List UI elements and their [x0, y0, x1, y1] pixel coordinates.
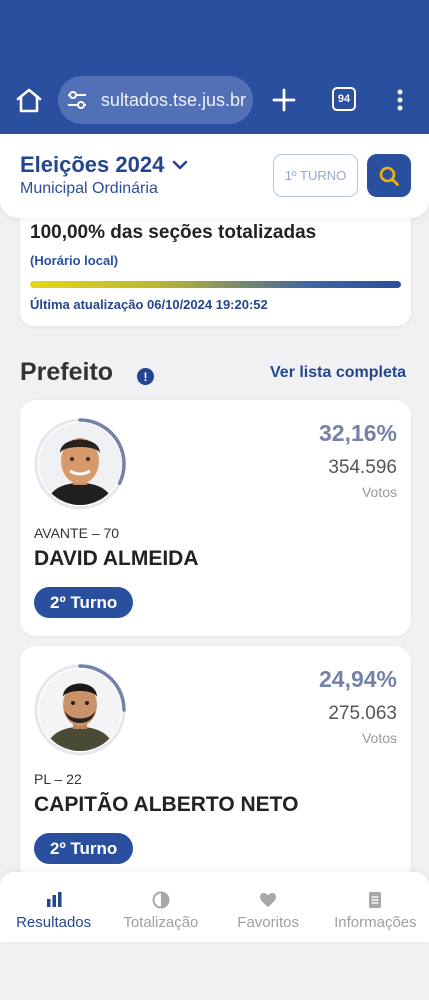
- candidate-name: CAPITÃO ALBERTO NETO: [34, 793, 299, 816]
- nav-label: Totalização: [123, 914, 199, 931]
- heart-icon: [260, 893, 277, 907]
- election-title: Eleições 2024: [20, 152, 165, 177]
- nav-item-totalizacao[interactable]: Totalização: [107, 872, 214, 942]
- page-background: [0, 942, 429, 1000]
- search-icon: [379, 166, 399, 186]
- nav-item-resultados[interactable]: Resultados: [0, 872, 107, 942]
- nav-label: Resultados: [16, 914, 92, 931]
- party-number: AVANTE – 70: [34, 525, 120, 541]
- candidate-card[interactable]: 32,16% 354.596 Votos AVANTE – 70 DAVID A…: [20, 400, 411, 636]
- candidate-card[interactable]: 24,94% 275.063 Votos PL – 22 CAPITÃO ALB…: [20, 646, 411, 882]
- pie-icon: [152, 891, 170, 909]
- party-number: PL – 22: [34, 771, 82, 787]
- site-settings-icon[interactable]: [66, 89, 88, 111]
- votes-label: Votos: [361, 730, 397, 746]
- see-full-list-link[interactable]: Ver lista completa: [270, 364, 406, 382]
- avatar: [39, 669, 121, 751]
- election-selector[interactable]: Eleições 2024: [20, 152, 188, 178]
- new-tab-icon[interactable]: [270, 86, 298, 114]
- section-title: Prefeito: [20, 358, 114, 386]
- avatar: [39, 423, 121, 505]
- browser-toolbar: resultados.tse.jus.br 94: [0, 0, 429, 134]
- second-round-badge: 2º Turno: [34, 587, 134, 618]
- nav-item-informacoes[interactable]: Informações: [322, 872, 429, 942]
- vote-percentage: 24,94%: [318, 666, 397, 692]
- election-subtitle: Municipal Ordinária: [20, 180, 158, 197]
- nav-item-favoritos[interactable]: Favoritos: [215, 872, 322, 942]
- nav-label: Informações: [334, 914, 417, 931]
- sections-totalized-text: 100,00% das seções totalizadas: [30, 222, 317, 243]
- second-round-badge: 2º Turno: [34, 833, 134, 864]
- totalization-progress-bar: [30, 281, 401, 288]
- app-header: Eleições 2024 Municipal Ordinária 1º TUR…: [0, 134, 429, 218]
- totalization-status-card: 100,00% das seções totalizadas (Horário …: [20, 204, 411, 326]
- votes-label: Votos: [361, 484, 397, 500]
- first-round-button[interactable]: 1º TURNO: [273, 154, 358, 197]
- local-time-note: (Horário local): [30, 253, 119, 268]
- vote-count: 354.596: [328, 457, 397, 478]
- url-text: resultados.tse.jus.br: [100, 89, 246, 110]
- bar-chart-icon: [46, 892, 62, 907]
- chevron-down-icon: [173, 160, 188, 170]
- nav-label: Favoritos: [237, 914, 299, 931]
- vote-percentage: 32,16%: [318, 420, 397, 446]
- home-icon[interactable]: [14, 86, 44, 114]
- search-button[interactable]: [367, 154, 411, 197]
- candidate-name: DAVID ALMEIDA: [34, 547, 199, 570]
- bottom-navigation: Resultados Totalização Favoritos Informa…: [0, 872, 429, 942]
- candidate-photo: [33, 417, 127, 511]
- candidate-photo: [33, 663, 127, 757]
- last-update-text: Última atualização 06/10/2024 19:20:52: [30, 297, 268, 312]
- info-icon[interactable]: !: [137, 368, 154, 385]
- address-bar[interactable]: resultados.tse.jus.br: [58, 76, 253, 124]
- vote-count: 275.063: [328, 703, 397, 724]
- tab-switcher-button[interactable]: 94: [332, 87, 356, 111]
- document-icon: [369, 892, 382, 908]
- more-options-icon[interactable]: [394, 88, 406, 112]
